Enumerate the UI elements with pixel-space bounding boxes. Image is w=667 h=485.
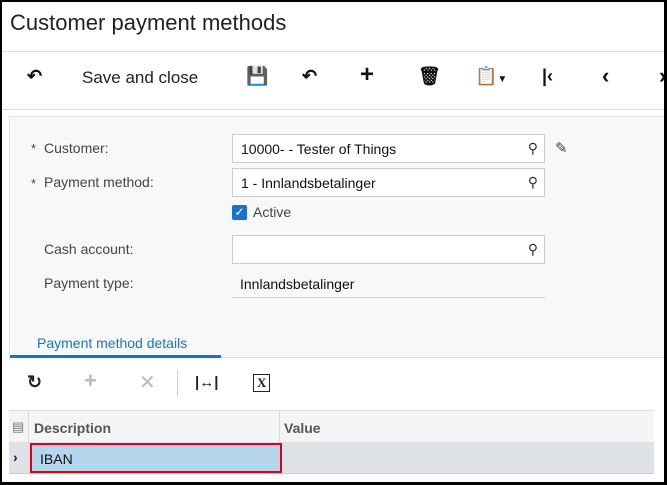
fit-columns-icon[interactable]: |↔| xyxy=(195,374,218,391)
required-marker: * xyxy=(31,176,37,191)
column-chooser-icon[interactable]: ▤ xyxy=(12,419,24,435)
cash-account-field[interactable]: ⚲ xyxy=(232,235,545,264)
payment-type-label: Payment type: xyxy=(44,275,134,291)
edit-pencil-icon[interactable]: ✎ xyxy=(555,139,568,157)
previous-record-icon[interactable]: ‹ xyxy=(602,63,609,89)
grid-toolbar: ↻ + ✕ |↔| X xyxy=(9,358,664,410)
payment-type-value: Innlandsbetalinger xyxy=(232,270,545,298)
form-panel: * Customer: 10000- - Tester of Things ⚲ ✎… xyxy=(9,116,664,358)
next-record-icon[interactable]: › xyxy=(659,63,664,89)
first-record-icon[interactable]: |‹ xyxy=(542,66,553,87)
toolbar: ↶ Save and close 💾 ↶ + 🗑 📋▼ |‹ ‹ › xyxy=(2,52,664,110)
cash-account-label: Cash account: xyxy=(44,241,134,257)
delete-row-icon[interactable]: ✕ xyxy=(139,370,156,395)
undo-icon[interactable]: ↶ xyxy=(302,66,317,87)
delete-icon[interactable]: 🗑 xyxy=(418,66,441,87)
table-row[interactable]: › IBAN xyxy=(9,443,654,474)
divider xyxy=(28,411,29,442)
row-selector-chevron-icon: › xyxy=(13,449,18,465)
search-icon[interactable]: ⚲ xyxy=(528,140,538,157)
save-and-close-button[interactable]: Save and close xyxy=(82,68,198,88)
column-value[interactable]: Value xyxy=(284,420,321,436)
separator xyxy=(177,370,178,396)
refresh-icon[interactable]: ↻ xyxy=(27,372,42,393)
payment-method-field[interactable]: 1 - Innlandsbetalinger ⚲ xyxy=(232,168,545,197)
payment-method-value: 1 - Innlandsbetalinger xyxy=(241,175,376,191)
save-icon[interactable]: 💾 xyxy=(246,66,268,87)
export-excel-icon[interactable]: X xyxy=(253,374,271,392)
divider xyxy=(279,411,280,442)
active-checkbox[interactable]: ✓ xyxy=(232,205,247,220)
window: Customer payment methods ↶ Save and clos… xyxy=(0,0,667,485)
back-icon[interactable]: ↶ xyxy=(27,66,42,87)
required-marker: * xyxy=(31,141,37,156)
customer-label: Customer: xyxy=(44,140,109,156)
add-row-icon[interactable]: + xyxy=(84,368,97,394)
column-description[interactable]: Description xyxy=(34,420,111,436)
customer-field[interactable]: 10000- - Tester of Things ⚲ xyxy=(232,134,545,163)
payment-method-label: Payment method: xyxy=(44,174,154,190)
description-cell[interactable]: IBAN xyxy=(30,443,282,473)
page-title: Customer payment methods xyxy=(10,10,287,35)
tab-payment-method-details[interactable]: Payment method details xyxy=(37,335,187,351)
customer-value: 10000- - Tester of Things xyxy=(241,141,397,157)
active-label: Active xyxy=(253,204,292,220)
grid-header: ▤ Description Value xyxy=(9,410,654,443)
clipboard-dropdown-icon[interactable]: 📋▼ xyxy=(475,66,507,87)
search-icon[interactable]: ⚲ xyxy=(528,174,538,191)
search-icon[interactable]: ⚲ xyxy=(528,241,538,258)
add-icon[interactable]: + xyxy=(360,61,374,89)
